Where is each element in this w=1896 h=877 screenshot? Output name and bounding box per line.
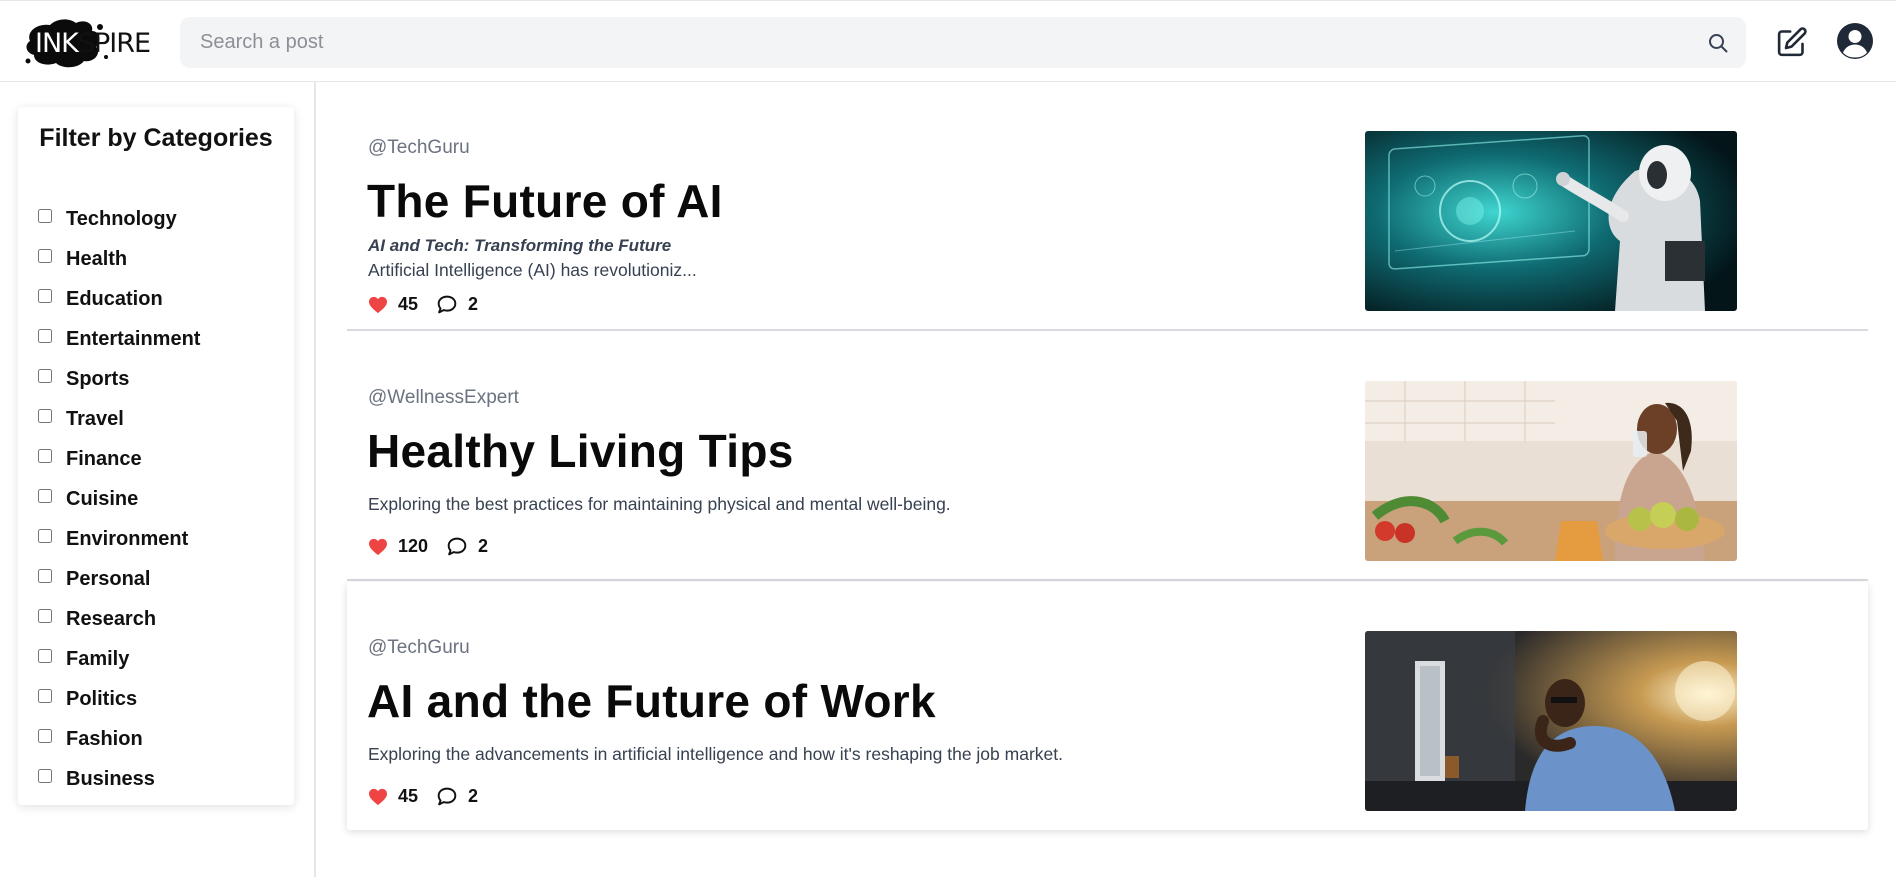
category-checkbox[interactable]	[38, 489, 52, 503]
category-checkbox[interactable]	[38, 449, 52, 463]
post-card[interactable]: @TechGuru The Future of AI AI and Tech: …	[347, 82, 1868, 331]
post-card[interactable]: @TechGuru AI and the Future of Work Expl…	[347, 582, 1868, 830]
category-education[interactable]: Education	[38, 279, 200, 319]
top-header: INKSPIRE	[0, 0, 1896, 82]
heart-icon[interactable]	[368, 296, 388, 314]
search-input[interactable]	[180, 17, 1746, 68]
category-checkbox[interactable]	[38, 529, 52, 543]
category-label: Education	[66, 287, 163, 310]
category-checkbox[interactable]	[38, 209, 52, 223]
post-title[interactable]: The Future of AI	[367, 174, 723, 228]
post-title[interactable]: AI and the Future of Work	[367, 674, 936, 728]
category-research[interactable]: Research	[38, 599, 200, 639]
category-checkbox[interactable]	[38, 769, 52, 783]
category-checkbox[interactable]	[38, 609, 52, 623]
category-checkbox[interactable]	[38, 569, 52, 583]
category-label: Travel	[66, 407, 124, 430]
category-entertainment[interactable]: Entertainment	[38, 319, 200, 359]
category-family[interactable]: Family	[38, 639, 200, 679]
category-label: Technology	[66, 207, 177, 230]
category-checkbox[interactable]	[38, 689, 52, 703]
post-title[interactable]: Healthy Living Tips	[367, 424, 794, 478]
post-stats: 45 2	[368, 786, 478, 807]
post-excerpt: Exploring the best practices for maintai…	[368, 494, 951, 514]
comment-count: 2	[478, 536, 489, 556]
post-author[interactable]: @TechGuru	[368, 637, 470, 659]
category-list: Technology Health Education Entertainmen…	[38, 199, 200, 799]
post-thumbnail[interactable]	[1365, 381, 1737, 561]
category-label: Politics	[66, 687, 138, 710]
logo-text: INKSPIRE	[35, 28, 151, 59]
comment-icon[interactable]	[436, 786, 458, 807]
category-checkbox[interactable]	[38, 329, 52, 343]
category-environment[interactable]: Environment	[38, 519, 200, 559]
post-card[interactable]: @WellnessExpert Healthy Living Tips Expl…	[347, 332, 1868, 581]
post-stats: 45 2	[368, 294, 478, 315]
category-travel[interactable]: Travel	[38, 399, 200, 439]
category-checkbox[interactable]	[38, 369, 52, 383]
like-count: 120	[398, 536, 429, 556]
like-count: 45	[398, 294, 419, 314]
post-excerpt: Artificial Intelligence (AI) has revolut…	[368, 260, 697, 280]
category-label: Research	[66, 607, 157, 630]
category-filter-panel: Filter by Categories Technology Health E…	[18, 107, 294, 805]
category-label: Health	[66, 247, 128, 270]
office-worker-image	[1365, 631, 1737, 811]
category-checkbox[interactable]	[38, 289, 52, 303]
category-sports[interactable]: Sports	[38, 359, 200, 399]
healthy-living-image	[1365, 381, 1737, 561]
heart-icon[interactable]	[368, 538, 388, 556]
category-checkbox[interactable]	[38, 729, 52, 743]
comment-count: 2	[468, 294, 479, 314]
filter-title: Filter by Categories	[39, 124, 273, 152]
search-bar	[180, 17, 1746, 68]
category-health[interactable]: Health	[38, 239, 200, 279]
category-personal[interactable]: Personal	[38, 559, 200, 599]
category-label: Sports	[66, 367, 130, 390]
category-checkbox[interactable]	[38, 649, 52, 663]
category-business[interactable]: Business	[38, 759, 200, 799]
category-label: Business	[66, 767, 155, 790]
search-icon[interactable]	[1706, 31, 1730, 55]
category-label: Personal	[66, 567, 151, 590]
category-label: Fashion	[66, 727, 143, 750]
comment-count: 2	[468, 786, 479, 806]
category-politics[interactable]: Politics	[38, 679, 200, 719]
sidebar-divider	[314, 82, 316, 877]
heart-icon[interactable]	[368, 788, 388, 806]
category-checkbox[interactable]	[38, 249, 52, 263]
category-label: Environment	[66, 527, 189, 550]
category-label: Entertainment	[66, 327, 201, 350]
category-label: Finance	[66, 447, 142, 470]
user-icon[interactable]	[1836, 22, 1874, 60]
post-thumbnail[interactable]	[1365, 631, 1737, 811]
comment-icon[interactable]	[446, 536, 468, 557]
category-label: Cuisine	[66, 487, 139, 510]
category-finance[interactable]: Finance	[38, 439, 200, 479]
post-author[interactable]: @TechGuru	[368, 137, 470, 159]
category-fashion[interactable]: Fashion	[38, 719, 200, 759]
robot-image	[1365, 131, 1737, 311]
like-count: 45	[398, 786, 419, 806]
post-thumbnail[interactable]	[1365, 131, 1737, 311]
category-checkbox[interactable]	[38, 409, 52, 423]
post-stats: 120 2	[368, 536, 488, 557]
comment-icon[interactable]	[436, 294, 458, 315]
edit-icon[interactable]	[1775, 26, 1808, 59]
inkspire-logo[interactable]: INKSPIRE	[22, 17, 154, 69]
category-technology[interactable]: Technology	[38, 199, 200, 239]
category-label: Family	[66, 647, 130, 670]
post-excerpt: Exploring the advancements in artificial…	[368, 744, 1063, 764]
post-author[interactable]: @WellnessExpert	[368, 387, 519, 409]
category-cuisine[interactable]: Cuisine	[38, 479, 200, 519]
post-subtitle: AI and Tech: Transforming the Future	[368, 236, 672, 255]
